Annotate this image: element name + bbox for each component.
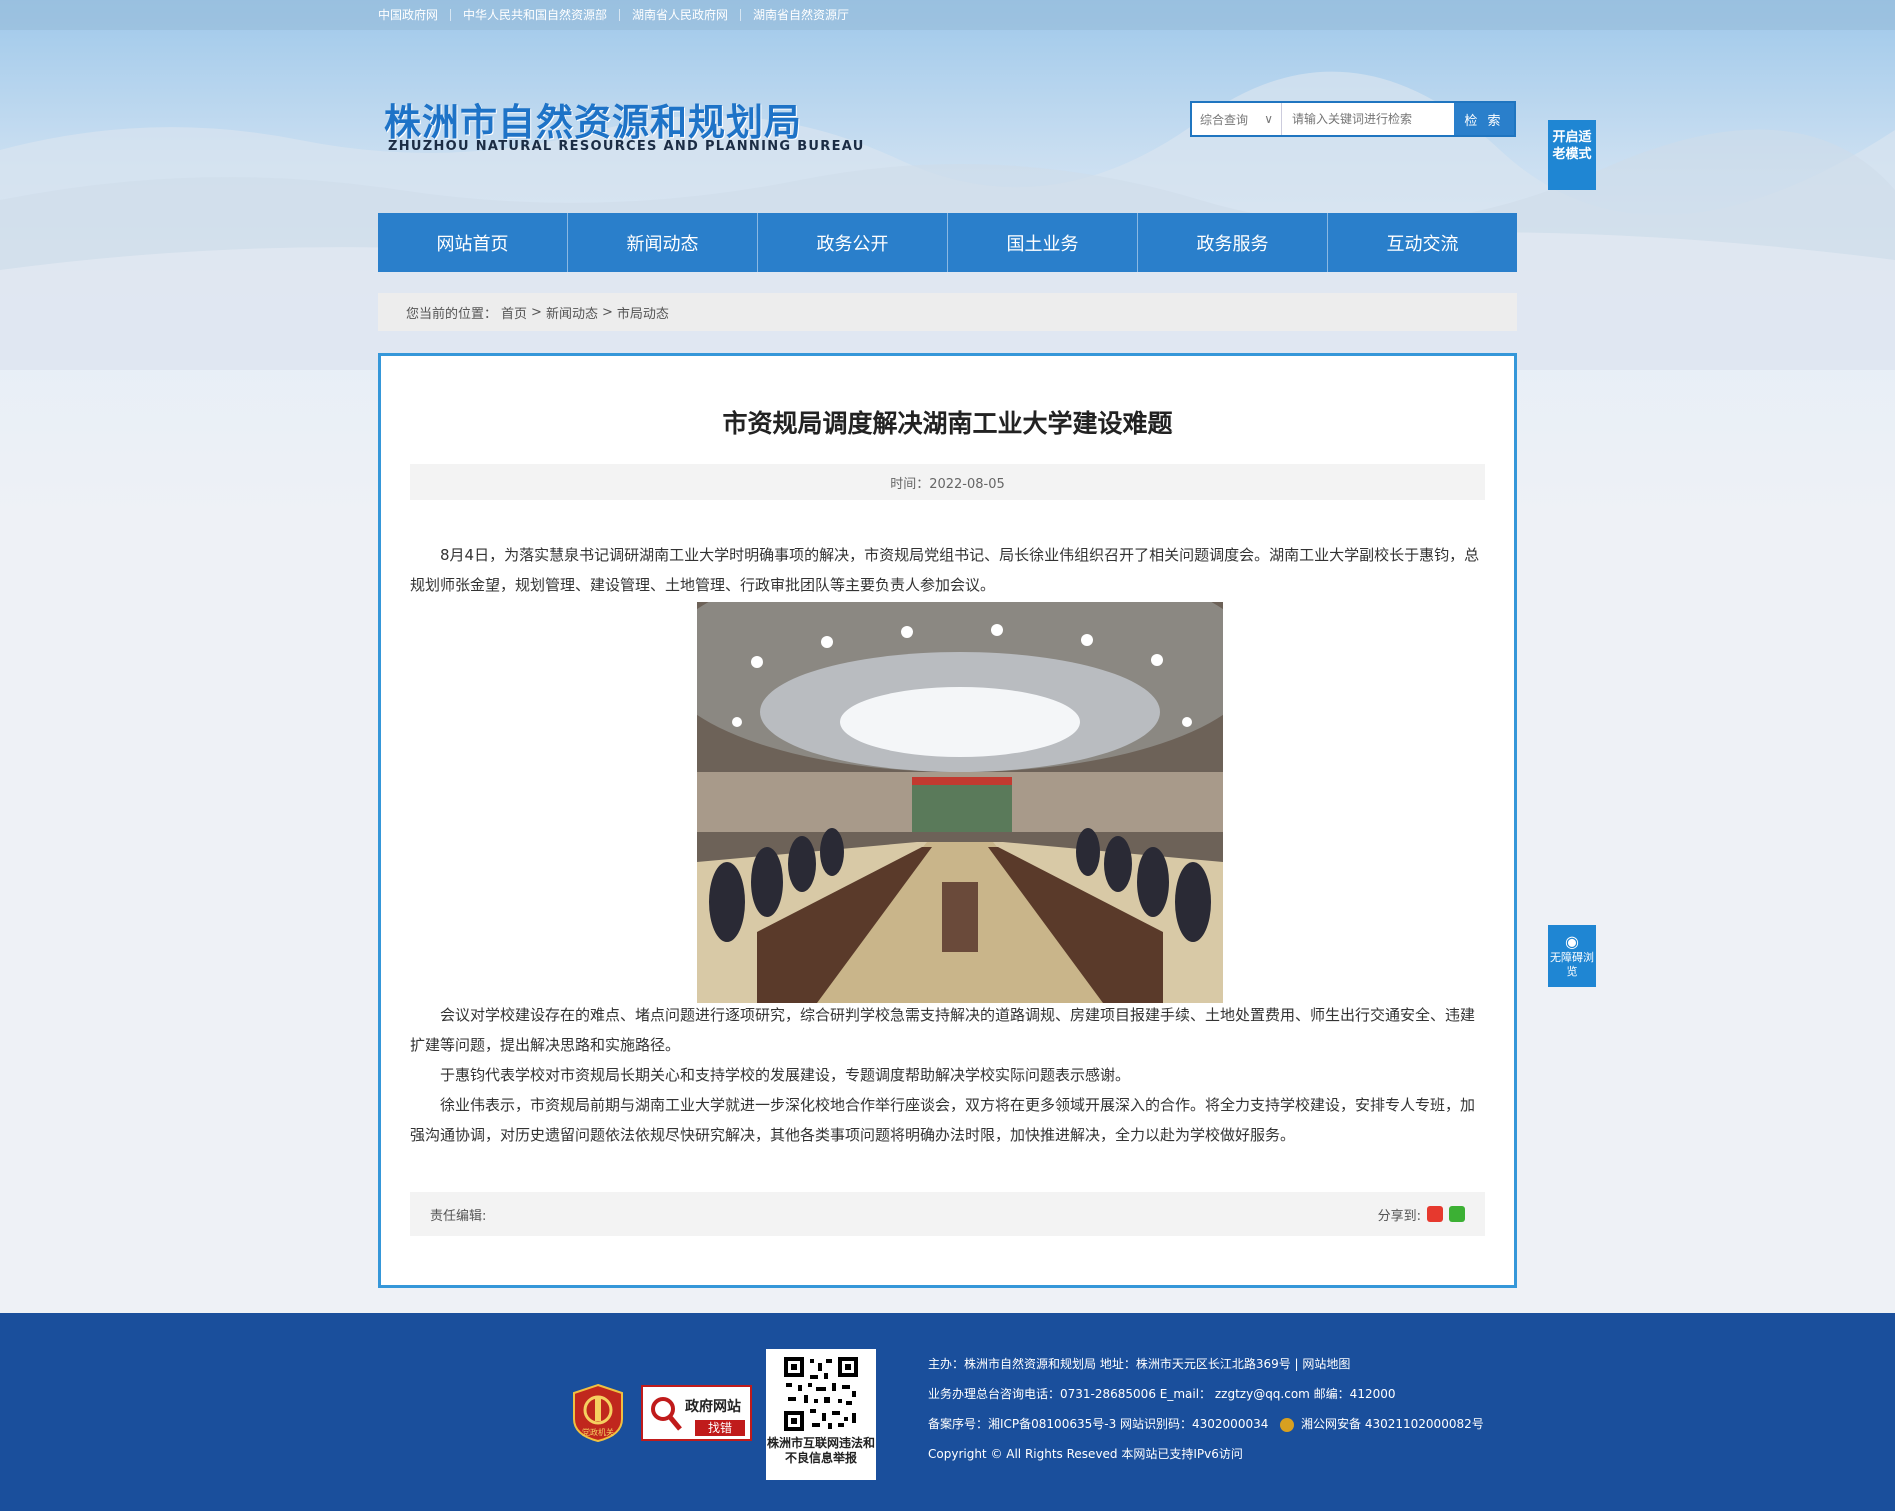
search-scope-label: 综合查询: [1200, 112, 1249, 127]
report-qr-block[interactable]: 株洲市互联网违法和不良信息举报: [766, 1349, 876, 1480]
top-link-hunan-gov[interactable]: 湖南省人民政府网: [619, 9, 740, 21]
search-scope-select[interactable]: 综合查询 ∨: [1192, 103, 1282, 135]
top-links: 中国政府网 中华人民共和国自然资源部 湖南省人民政府网 湖南省自然资源厅: [378, 0, 861, 30]
site-logo-title[interactable]: 株洲市自然资源和规划局: [384, 92, 802, 146]
accessibility-button[interactable]: ◉ 无障碍浏览: [1548, 925, 1596, 987]
article-container: 市资规局调度解决湖南工业大学建设难题 时间：2022-08-05 8月4日，为落…: [378, 353, 1517, 1288]
accessibility-label: 无障碍浏览: [1550, 951, 1594, 978]
search-input[interactable]: [1282, 103, 1454, 135]
qr-caption: 株洲市互联网违法和不良信息举报: [766, 1436, 875, 1465]
magnifier-icon: [651, 1397, 682, 1431]
editor-label: 责任编辑:: [430, 1208, 487, 1224]
breadcrumb-home[interactable]: 首页: [501, 303, 527, 322]
top-link-mnr[interactable]: 中华人民共和国自然资源部: [450, 9, 619, 21]
breadcrumb-news[interactable]: 新闻动态: [546, 303, 598, 322]
error-report-title: 政府网站: [685, 1399, 741, 1415]
main-nav: 网站首页 新闻动态 政务公开 国土业务 政务服务 互动交流: [378, 213, 1517, 272]
meeting-photo: [697, 602, 1223, 1003]
site-logo-subtitle: ZHUZHOU NATURAL RESOURCES AND PLANNING B…: [388, 139, 865, 154]
eye-icon: ◉: [1565, 932, 1579, 951]
footer-registration: 备案序号：湘ICP备08100635号-3 网站识别码：4302000034 湘…: [928, 1409, 1484, 1439]
article-date: 时间：2022-08-05: [410, 464, 1485, 500]
share-group: 分享到:: [1378, 1205, 1465, 1224]
nav-news[interactable]: 新闻动态: [568, 213, 758, 272]
article-paragraph: 会议对学校建设存在的难点、堵点问题进行逐项研究，综合研判学校急需支持解决的道路调…: [410, 1006, 1476, 1054]
weibo-icon[interactable]: [1427, 1206, 1443, 1222]
footer-police-record[interactable]: 湘公网安备 43021102000082号: [1301, 1417, 1484, 1431]
article-title: 市资规局调度解决湖南工业大学建设难题: [722, 409, 1173, 438]
article-paragraph: 于惠钧代表学校对市资规局长期关心和支持学校的发展建设，专题调度帮助解决学校实际问…: [440, 1066, 1131, 1084]
error-report-sub: 找错: [695, 1420, 745, 1436]
footer-icp[interactable]: 备案序号：湘ICP备08100635号-3 网站识别码：4302000034: [928, 1417, 1268, 1431]
footer-contact: 业务办理总台咨询电话：0731-28685006 E_mail： zzgtzy@…: [928, 1387, 1396, 1401]
breadcrumb-separator: >: [601, 304, 613, 320]
police-badge-icon: [1280, 1417, 1295, 1432]
top-link-gov[interactable]: 中国政府网: [378, 9, 450, 21]
gov-site-error-report[interactable]: 政府网站 找错: [641, 1385, 752, 1441]
nav-land-business[interactable]: 国土业务: [948, 213, 1138, 272]
article-paragraph: 8月4日，为落实慧泉书记调研湖南工业大学时明确事项的解决，市资规局党组书记、局长…: [410, 546, 1480, 594]
article-paragraph: 徐业伟表示，市资规局前期与湖南工业大学就进一步深化校地合作举行座谈会，双方将在更…: [410, 1096, 1476, 1144]
search-box: 综合查询 ∨ 检 索: [1190, 101, 1516, 137]
party-gov-label: 党政机关: [582, 1427, 614, 1437]
top-link-hunan-nr[interactable]: 湖南省自然资源厅: [740, 9, 861, 21]
qr-code-icon: [784, 1357, 858, 1431]
breadcrumb: 您当前的位置： 首页 > 新闻动态 > 市局动态: [378, 293, 1517, 331]
share-label: 分享到:: [1377, 1208, 1421, 1224]
wechat-icon[interactable]: [1449, 1206, 1465, 1222]
footer-info: 主办：株洲市自然资源和规划局 地址：株洲市天元区长江北路369号 | 网站地图 …: [928, 1349, 1484, 1469]
footer-host-address: 主办：株洲市自然资源和规划局 地址：株洲市天元区长江北路369号 | 网站地图: [928, 1357, 1351, 1371]
chevron-down-icon: ∨: [1264, 112, 1273, 126]
party-gov-emblem[interactable]: 党政机关: [572, 1383, 624, 1443]
footer-copyright: Copyright © All Rights Reseved 本网站已支持IPv…: [928, 1447, 1243, 1461]
nav-gov-service[interactable]: 政务服务: [1138, 213, 1328, 272]
nav-home[interactable]: 网站首页: [378, 213, 568, 272]
nav-gov-info[interactable]: 政务公开: [758, 213, 948, 272]
search-button[interactable]: 检 索: [1454, 103, 1514, 135]
article-footer-bar: 责任编辑: 分享到:: [410, 1192, 1485, 1236]
elder-mode-button[interactable]: 开启适老模式: [1548, 120, 1596, 190]
breadcrumb-label: 您当前的位置：: [406, 306, 498, 322]
nav-interaction[interactable]: 互动交流: [1328, 213, 1517, 272]
breadcrumb-city-news[interactable]: 市局动态: [617, 303, 669, 322]
top-link-bar: [0, 0, 1895, 30]
breadcrumb-separator: >: [531, 304, 542, 320]
